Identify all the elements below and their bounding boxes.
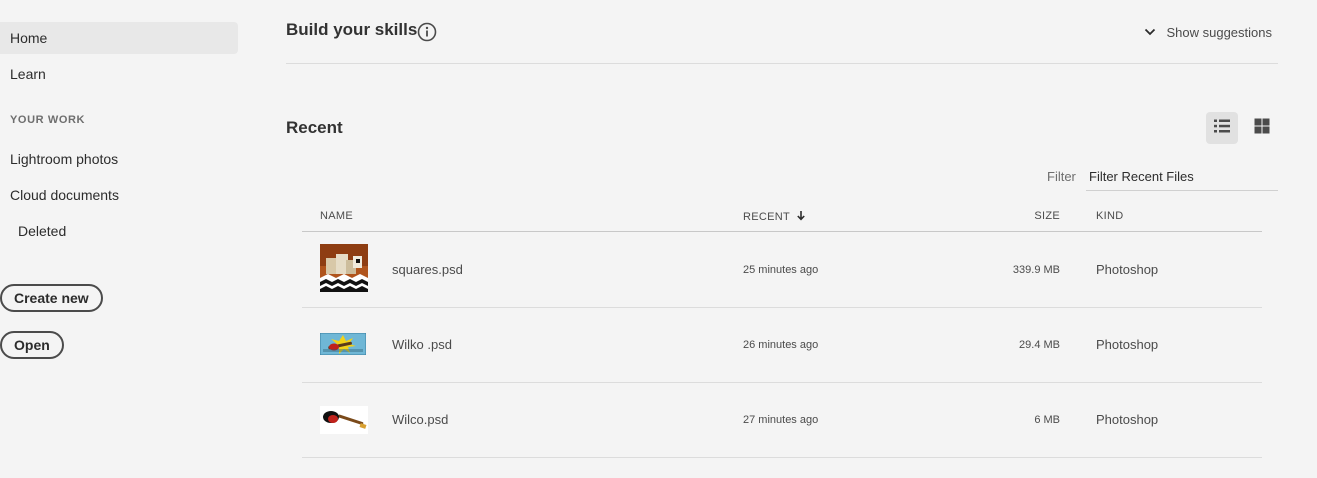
column-header-recent[interactable]: RECENT (743, 210, 806, 224)
open-button[interactable]: Open (0, 331, 64, 359)
nav-learn[interactable]: Learn (0, 58, 238, 90)
divider (286, 63, 1278, 64)
file-kind: Photoshop (1096, 412, 1159, 427)
grid-view-icon (1254, 118, 1270, 139)
file-name: Wilco.psd (392, 412, 449, 427)
file-modified-time: 27 minutes ago (743, 414, 819, 426)
file-kind: Photoshop (1096, 262, 1159, 277)
create-new-button[interactable]: Create new (0, 284, 103, 312)
file-modified-time: 25 minutes ago (743, 264, 819, 276)
filter-recent-files-input[interactable] (1086, 162, 1278, 191)
file-size: 6 MB (1034, 414, 1060, 426)
file-thumbnail (320, 406, 368, 439)
file-size: 339.9 MB (1012, 264, 1060, 276)
file-kind: Photoshop (1096, 337, 1159, 352)
build-skills-title: Build your skills (286, 20, 418, 39)
nav-deleted[interactable]: Deleted (0, 215, 238, 247)
file-size: 29.4 MB (1019, 339, 1060, 351)
list-view-button[interactable] (1206, 112, 1238, 144)
column-header-size[interactable]: SIZE (1034, 210, 1060, 222)
section-label-your-work: YOUR WORK (10, 114, 86, 126)
info-icon[interactable] (417, 22, 437, 42)
sort-arrow-down-icon (796, 210, 806, 224)
file-thumbnail (319, 332, 367, 360)
recent-title: Recent (286, 118, 343, 137)
table-row[interactable]: Wilco.psd 27 minutes ago 6 MB Photoshop (302, 382, 1262, 458)
table-row[interactable]: Wilko .psd 26 minutes ago 29.4 MB Photos… (302, 307, 1262, 383)
show-suggestions-label: Show suggestions (1166, 25, 1272, 40)
grid-view-button[interactable] (1246, 112, 1278, 144)
chevron-down-icon (1144, 25, 1156, 40)
file-thumbnail (320, 244, 368, 297)
nav-home[interactable]: Home (0, 22, 238, 54)
column-header-kind[interactable]: KIND (1096, 210, 1123, 222)
sidebar: Home Learn YOUR WORK Lightroom photos Cl… (0, 0, 250, 478)
filter-label: Filter (1047, 169, 1076, 184)
file-name: Wilko .psd (392, 337, 452, 352)
main-content: Build your skills Show suggestions Recen… (286, 0, 1278, 478)
column-header-name[interactable]: NAME (320, 210, 353, 222)
nav-lightroom-photos[interactable]: Lightroom photos (0, 143, 238, 175)
nav-cloud-documents[interactable]: Cloud documents (0, 179, 238, 211)
table-row[interactable]: squares.psd 25 minutes ago 339.9 MB Phot… (302, 232, 1262, 308)
column-header-recent-label: RECENT (743, 211, 791, 223)
file-name: squares.psd (392, 262, 463, 277)
list-view-icon (1213, 118, 1231, 139)
file-modified-time: 26 minutes ago (743, 339, 819, 351)
show-suggestions-toggle[interactable]: Show suggestions (1144, 25, 1272, 40)
